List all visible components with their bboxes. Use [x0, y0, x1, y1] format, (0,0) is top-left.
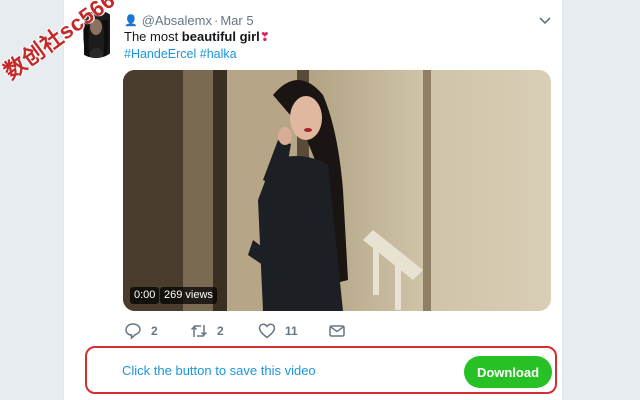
- reply-count: 2: [151, 324, 158, 338]
- tweet-text-prefix: The most: [124, 29, 182, 44]
- promo-text: Click the button to save this video: [122, 363, 316, 378]
- user-icon: 👤: [124, 14, 138, 27]
- like-icon: [258, 322, 276, 340]
- video-player[interactable]: [123, 70, 551, 311]
- tweet-header: 👤 @Absalemx · Mar 5: [124, 12, 254, 28]
- hashtag-halka[interactable]: #halka: [200, 47, 237, 61]
- download-button[interactable]: Download: [464, 356, 552, 388]
- video-views: 269 views: [160, 287, 217, 304]
- chevron-down-icon[interactable]: [537, 12, 553, 28]
- video-time: 0:00: [130, 287, 160, 304]
- retweet-icon: [190, 322, 208, 340]
- like-action[interactable]: 11: [258, 321, 298, 341]
- heart-exclamation-icon: ❣: [259, 30, 270, 44]
- like-count: 11: [285, 324, 298, 338]
- tweet-text: The most beautiful girl❣: [124, 28, 270, 46]
- reply-action[interactable]: 2: [124, 321, 158, 341]
- dm-action[interactable]: [328, 321, 346, 341]
- user-handle[interactable]: @Absalemx: [142, 13, 212, 28]
- hashtags: #HandeErcel #halka: [124, 46, 237, 62]
- retweet-count: 2: [217, 324, 224, 338]
- tweet-text-bold: beautiful girl: [181, 29, 260, 44]
- retweet-action[interactable]: 2: [190, 321, 224, 341]
- dm-icon: [328, 322, 346, 340]
- hashtag-hande-ercel[interactable]: #HandeErcel: [124, 47, 196, 61]
- tweet-date[interactable]: Mar 5: [220, 13, 253, 28]
- reply-icon: [124, 322, 142, 340]
- header-separator: ·: [213, 12, 219, 28]
